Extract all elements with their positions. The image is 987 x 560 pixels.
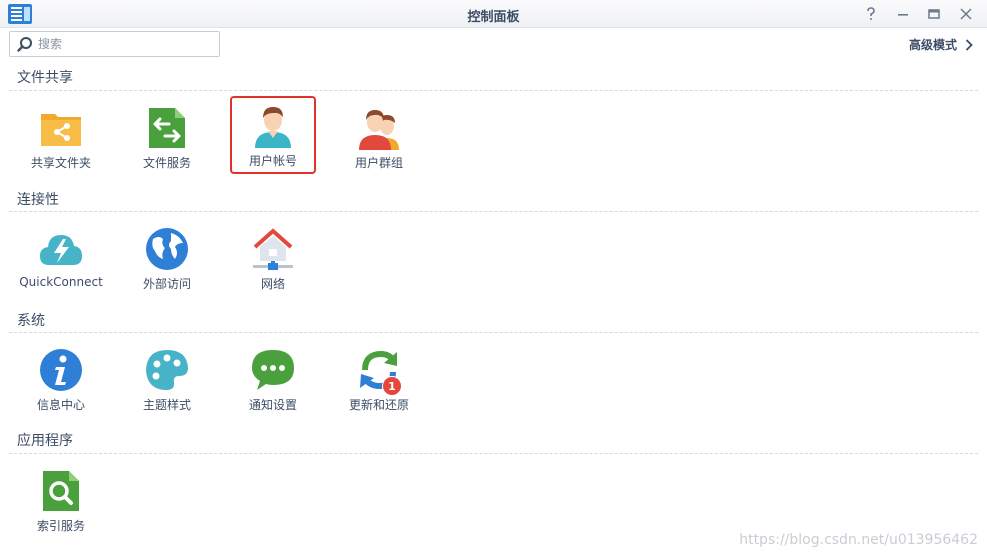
tile-label: 文件服务 [142,156,191,170]
advanced-mode-link[interactable]: 高级模式 [909,36,973,53]
section-divider [9,332,978,333]
close-button[interactable] [956,4,976,24]
close-icon [960,8,972,20]
tile-indexing-service[interactable]: 索引服务 [18,461,104,539]
tile-label: QuickConnect [19,275,103,289]
window-title: 控制面板 [467,10,520,25]
section-title-connectivity: 连接性 [17,192,59,208]
tile-label: 共享文件夹 [30,156,91,170]
section-title-file-sharing: 文件共享 [17,70,73,86]
shared-folder-icon [41,114,81,146]
minimize-button[interactable] [893,4,913,24]
user-icon [255,107,291,148]
info-icon [40,349,82,391]
tile-network[interactable]: 网络 [230,219,316,297]
tile-notification-settings[interactable]: 通知设置 [230,340,316,418]
globe-icon [146,228,188,270]
minimize-icon [898,14,908,16]
section-title-applications: 应用程序 [17,433,73,449]
title-bar: 控制面板 [0,0,987,28]
tile-label: 外部访问 [142,277,191,291]
tile-info-center[interactable]: 信息中心 [18,340,104,418]
help-button[interactable] [861,4,881,24]
notification-icon [252,350,294,390]
section-title-system: 系统 [17,313,45,329]
quickconnect-icon [40,235,82,265]
tile-update-restore[interactable]: 1 更新和还原 [336,340,422,418]
maximize-icon [928,9,940,19]
tile-label: 通知设置 [248,398,297,412]
watermark: https://blog.csdn.net/u013956462 [739,532,978,548]
maximize-button[interactable] [924,4,944,24]
tile-label: 主题样式 [142,398,191,412]
section-divider [9,453,978,454]
search-box[interactable] [9,31,220,57]
advanced-mode-label: 高级模式 [908,38,957,52]
section-divider [9,211,978,212]
tile-shared-folder[interactable]: 共享文件夹 [18,98,104,176]
tile-label: 用户帐号 [248,154,297,168]
tile-theme-style[interactable]: 主题样式 [124,340,210,418]
search-icon [17,37,32,52]
file-services-icon [149,108,185,148]
network-icon [253,228,293,270]
tile-user-account[interactable]: 用户帐号 [230,96,316,174]
tile-external-access[interactable]: 外部访问 [124,219,210,297]
indexing-service-icon [43,471,79,511]
tile-label: 索引服务 [36,519,85,533]
update-badge: 1 [382,376,402,396]
tile-quickconnect[interactable]: QuickConnect [18,219,104,297]
help-icon [867,7,875,20]
search-input[interactable] [38,35,216,53]
tile-label: 信息中心 [36,398,85,412]
tile-label: 更新和还原 [348,398,409,412]
tile-label: 网络 [260,277,285,291]
section-divider [9,90,978,91]
palette-icon [146,350,188,390]
tile-file-services[interactable]: 文件服务 [124,98,210,176]
tile-label: 用户群组 [354,156,403,170]
tile-user-group[interactable]: 用户群组 [336,98,422,176]
chevron-right-icon [965,38,973,51]
group-icon [359,110,399,150]
